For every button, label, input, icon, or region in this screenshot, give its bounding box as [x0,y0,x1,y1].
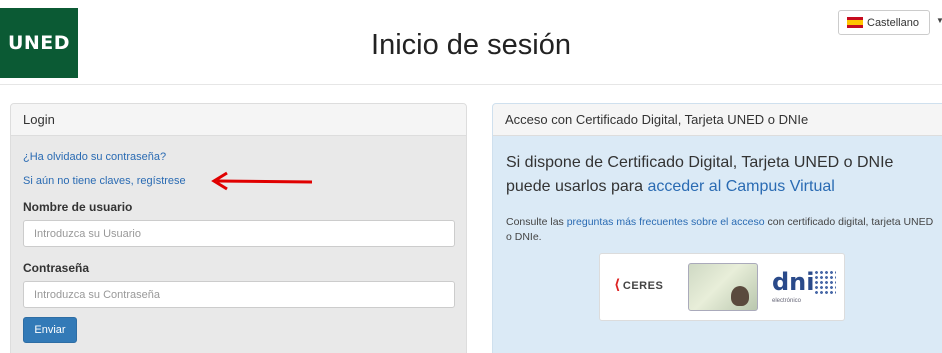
forgot-password-link[interactable]: ¿Ha olvidado su contraseña? [23,151,166,163]
access-methods-logos: ⟨ CERES dni electrónico [599,253,845,321]
certificate-lead: Si dispone de Certificado Digital, Tarje… [506,151,936,199]
password-label: Contraseña [23,261,90,275]
certificate-note: Consulte las preguntas más frecuentes so… [506,215,936,245]
username-label: Nombre de usuario [23,200,133,214]
dni-subtitle: electrónico [772,298,802,304]
language-selector[interactable]: Castellano [838,10,930,35]
faq-link[interactable]: preguntas más frecuentes sobre el acceso [567,216,765,228]
username-input[interactable] [23,220,455,247]
spain-flag-icon [847,17,863,28]
annotation-arrow-icon [211,171,313,191]
chevron-down-icon[interactable]: ▼ [936,16,942,29]
ceres-logo: ⟨ CERES [614,276,663,293]
password-input[interactable] [23,281,455,308]
page-title: Inicio de sesión [371,29,571,61]
header-divider [0,84,942,85]
login-heading: Login [11,104,466,136]
ceres-mark-icon: ⟨ [614,276,621,292]
submit-button[interactable]: Enviar [23,317,77,343]
certificate-panel: Acceso con Certificado Digital, Tarjeta … [492,103,942,353]
note-prefix: Consulte las [506,216,567,228]
language-label: Castellano [867,16,919,29]
card-photo-icon [731,286,749,306]
login-panel: Login ¿Ha olvidado su contraseña? Si aún… [10,103,467,353]
uned-card-image [688,263,758,311]
ceres-label: CERES [622,280,664,292]
campus-virtual-link[interactable]: acceder al Campus Virtual [647,178,834,195]
certificate-heading: Acceso con Certificado Digital, Tarjeta … [493,104,942,136]
register-link[interactable]: Si aún no tiene claves, regístrese [23,175,186,187]
dni-logo: dni [772,268,815,296]
dni-dots-icon [814,270,836,296]
